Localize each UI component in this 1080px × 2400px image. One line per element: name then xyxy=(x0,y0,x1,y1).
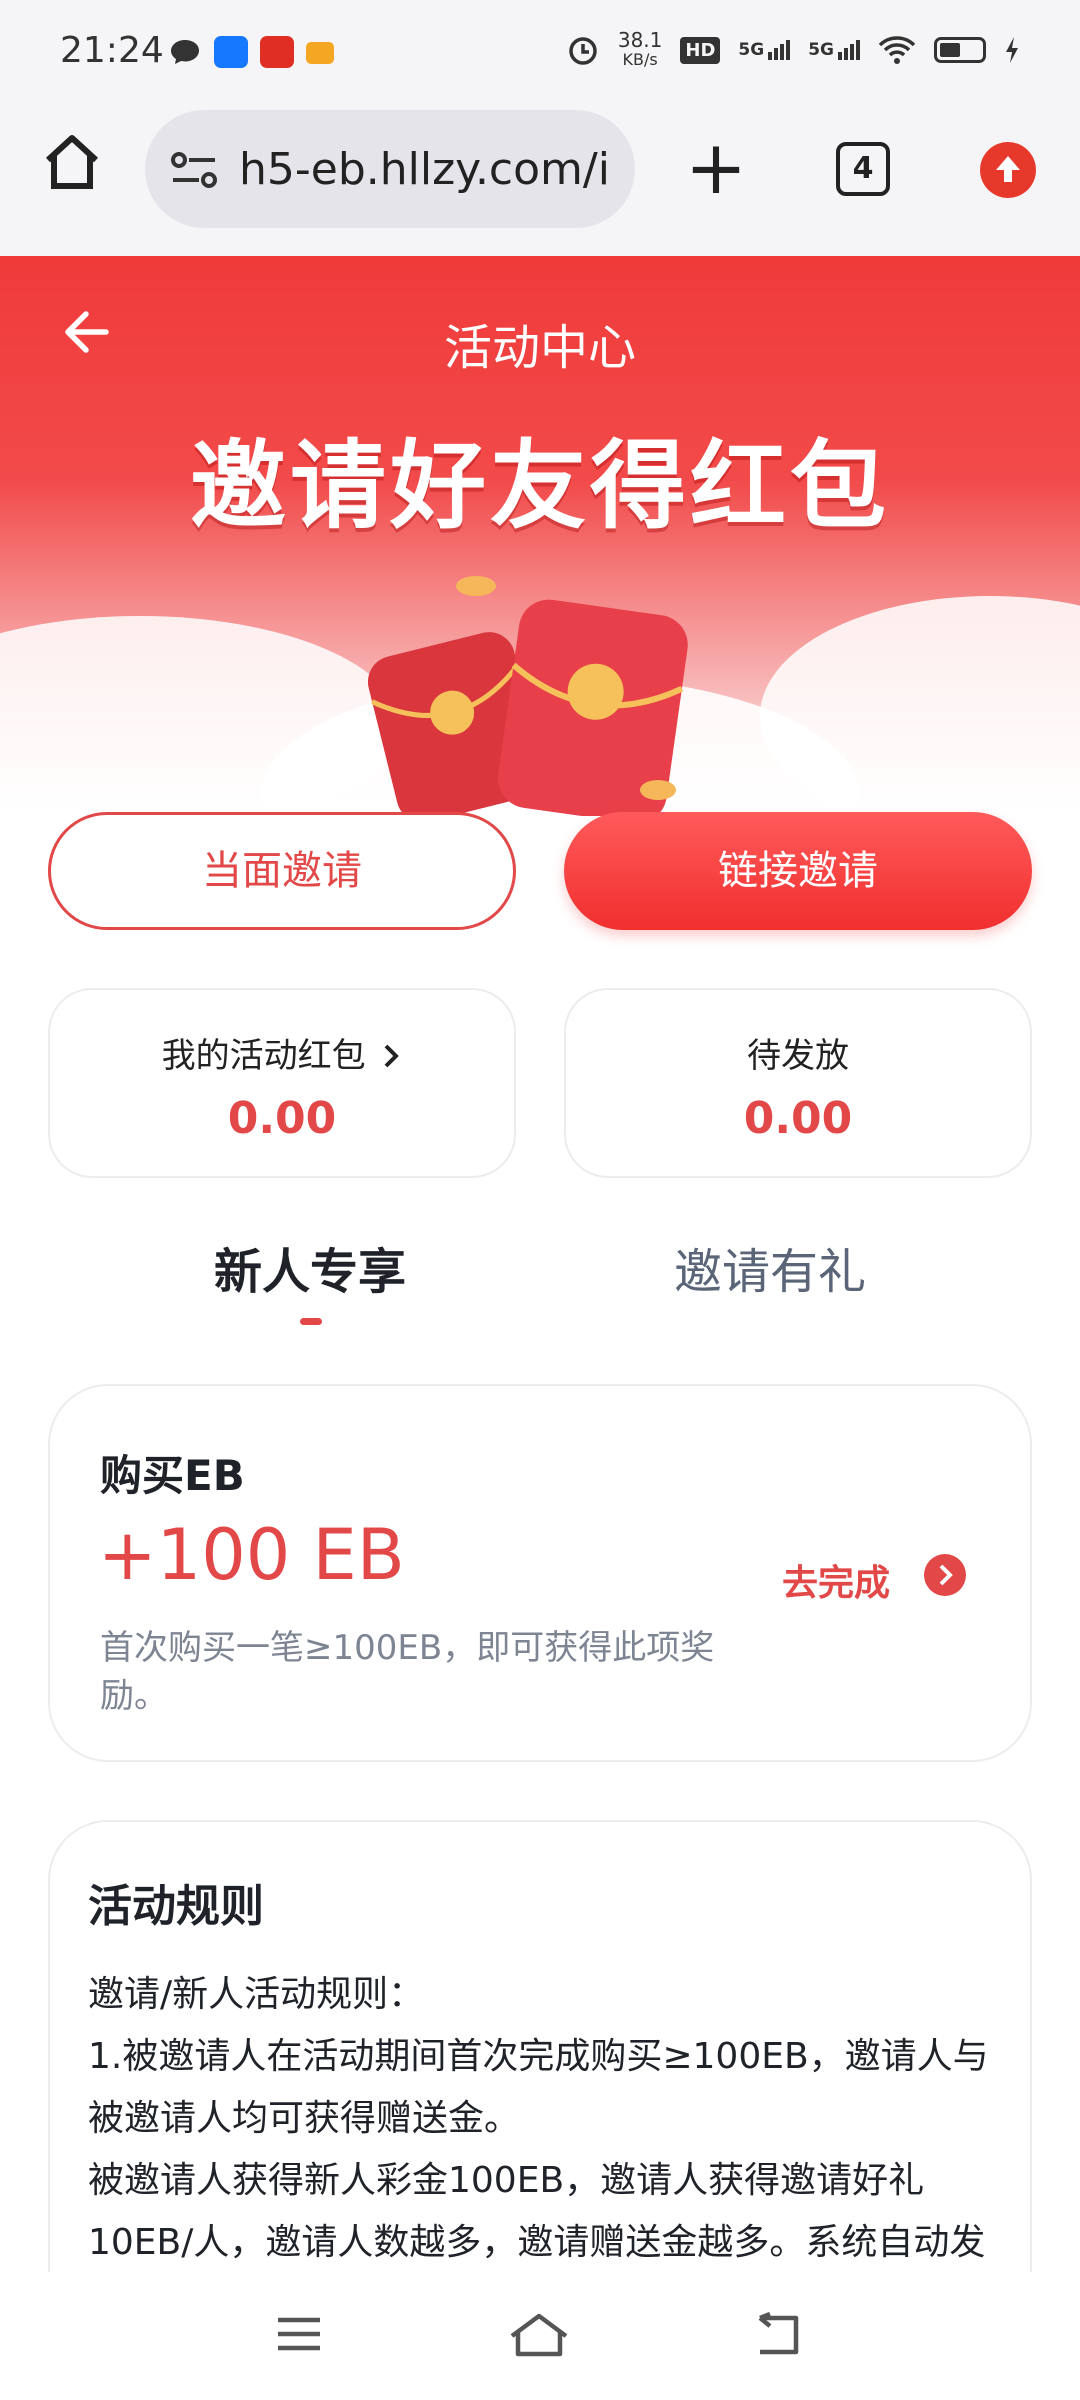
signal-5g-1: 5G xyxy=(738,40,791,60)
go-complete-button[interactable]: 去完成 xyxy=(782,1554,890,1606)
banner-headline: 邀请好友得红包 xyxy=(190,430,890,542)
menu-icon[interactable] xyxy=(274,2312,324,2356)
net-speed-value: 38.1 xyxy=(617,28,663,52)
pending-card: 待发放 0.00 xyxy=(564,988,1032,1178)
signal-5g-2: 5G xyxy=(808,40,860,60)
task-description: 首次购买一笔≥100EB，即可获得此项奖励。 xyxy=(100,1628,715,1716)
active-tab-indicator xyxy=(300,1318,322,1325)
address-bar[interactable]: h5-eb.hllzy.com/i xyxy=(145,110,635,228)
rules-card: 活动规则 邀请/新人活动规则： 1.被邀请人在活动期间首次完成购买≥100EB，… xyxy=(48,1820,1032,2280)
task-title: 购买EB xyxy=(100,1451,245,1500)
update-icon[interactable] xyxy=(980,142,1036,198)
pending-value: 0.00 xyxy=(743,1093,853,1144)
home-nav-icon[interactable] xyxy=(508,2312,570,2358)
tab-count-button[interactable]: 4 xyxy=(836,142,890,196)
new-tab-button[interactable]: + xyxy=(685,131,747,205)
status-time: 21:24 xyxy=(60,30,164,71)
tab-newcomer[interactable]: 新人专享 xyxy=(214,1232,406,1302)
system-nav-bar xyxy=(0,2272,1080,2400)
rules-title: 活动规则 xyxy=(88,1881,264,1932)
url-text: h5-eb.hllzy.com/i xyxy=(239,144,610,195)
net-speed-unit: KB/s xyxy=(622,50,658,69)
tab-invite-gift[interactable]: 邀请有礼 xyxy=(674,1232,866,1302)
chat-icon xyxy=(306,42,334,64)
message-icon xyxy=(168,36,202,68)
home-icon[interactable] xyxy=(40,130,104,194)
my-red-packet-label: 我的活动红包 xyxy=(161,1036,366,1076)
back-nav-icon[interactable] xyxy=(752,2312,804,2358)
my-red-packet-card[interactable]: 我的活动红包 0.00 xyxy=(48,988,516,1178)
rules-line: 被邀请人获得新人彩金100EB，邀请人获得邀请好礼10EB/人，邀请人数越多，邀… xyxy=(88,2160,986,2263)
my-red-packet-value: 0.00 xyxy=(227,1093,337,1144)
rules-body: 邀请/新人活动规则： 1.被邀请人在活动期间首次完成购买≥100EB，邀请人与被… xyxy=(88,1964,1008,2280)
red-envelope-illustration xyxy=(367,576,688,816)
task-reward: +100 EB xyxy=(98,1514,405,1596)
hero-banner: 活动中心 邀请好友得红包 xyxy=(0,256,1080,816)
alipay-icon xyxy=(214,36,248,68)
rules-line: 1.被邀请人在活动期间首次完成购买≥100EB，邀请人与被邀请人均可获得赠送金。 xyxy=(88,2036,989,2139)
hd-badge: HD xyxy=(680,36,721,64)
pending-label: 待发放 xyxy=(747,1036,849,1076)
link-invite-button[interactable]: 链接邀请 xyxy=(564,812,1032,930)
alarm-icon xyxy=(569,37,597,65)
chevron-right-icon xyxy=(384,1044,400,1068)
status-bar: 21:24 38.1 KB/s HD 5G 5G xyxy=(0,0,1080,100)
face-to-face-invite-button[interactable]: 当面邀请 xyxy=(48,812,516,930)
browser-toolbar: h5-eb.hllzy.com/i + 4 xyxy=(0,100,1080,256)
charging-icon xyxy=(1006,37,1018,63)
battery-icon xyxy=(934,37,986,63)
task-card: 购买EB +100 EB 首次购买一笔≥100EB，即可获得此项奖励。 去完成 xyxy=(48,1384,1032,1762)
rules-line: 邀请/新人活动规则： xyxy=(88,1974,425,2015)
arrow-right-circle-icon[interactable] xyxy=(924,1554,966,1596)
wifi-icon xyxy=(878,36,916,64)
pinduoduo-icon xyxy=(260,36,294,68)
page-title: 活动中心 xyxy=(443,320,636,376)
site-settings-icon[interactable] xyxy=(169,150,219,190)
